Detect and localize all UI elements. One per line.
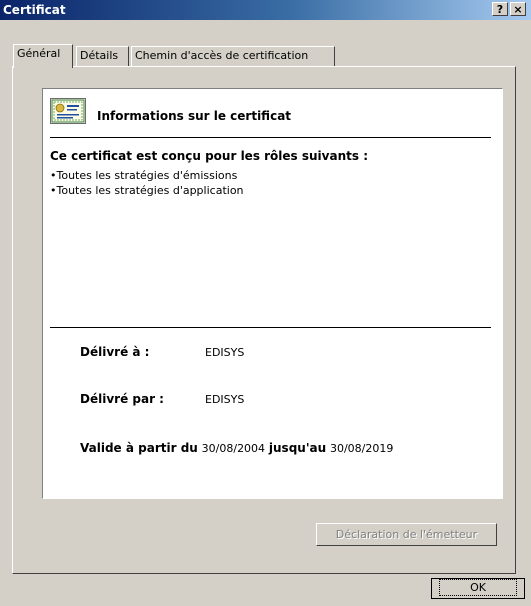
valid-to-value: 30/08/2019: [329, 442, 394, 455]
divider-bottom: [50, 327, 491, 328]
help-button[interactable]: ?: [492, 2, 508, 16]
issuer-statement-button[interactable]: Déclaration de l'émetteur: [316, 523, 497, 546]
certificate-icon: [50, 98, 86, 124]
ok-button-label: OK: [439, 579, 517, 596]
validity-row: Valide à partir du 30/08/2004 jusqu'au 3…: [80, 441, 393, 455]
ok-button[interactable]: OK: [431, 578, 525, 599]
purpose-list-item: •Toutes les stratégies d'émissions: [50, 169, 237, 182]
purpose-list-item: •Toutes les stratégies d'application: [50, 184, 244, 197]
purpose-text: Toutes les stratégies d'émissions: [56, 169, 238, 182]
issued-by-label: Délivré par :: [80, 392, 164, 406]
window-title: Certificat: [3, 3, 66, 17]
valid-from-label: Valide à partir du: [80, 441, 198, 455]
issued-to-value: EDISYS: [205, 346, 245, 359]
valid-to-label: jusqu'au: [268, 441, 327, 455]
purpose-heading: Ce certificat est conçu pour les rôles s…: [50, 149, 368, 163]
valid-from-value: 30/08/2004: [201, 442, 266, 455]
issued-to-label: Délivré à :: [80, 345, 150, 359]
tab-details[interactable]: Détails: [76, 46, 129, 66]
tab-certification-path-label: Chemin d'accès de certification: [135, 49, 309, 62]
tab-certification-path[interactable]: Chemin d'accès de certification: [131, 46, 335, 66]
info-heading: Informations sur le certificat: [97, 109, 292, 123]
purpose-text: Toutes les stratégies d'application: [56, 184, 244, 197]
tab-general-label: Général: [17, 47, 61, 60]
close-button[interactable]: ×: [510, 2, 526, 16]
divider-top: [50, 137, 491, 138]
tab-general[interactable]: Général: [13, 44, 73, 68]
title-bar: Certificat: [0, 0, 531, 20]
issued-by-value: EDISYS: [205, 393, 245, 406]
tab-details-label: Détails: [80, 49, 119, 62]
